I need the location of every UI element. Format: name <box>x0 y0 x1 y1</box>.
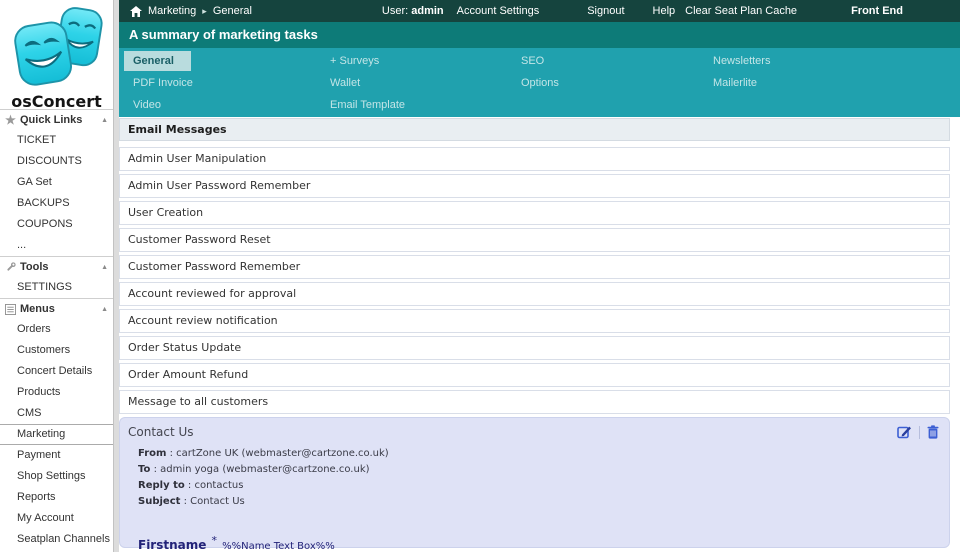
sidebar-item-orders[interactable]: Orders <box>0 319 113 340</box>
sidebar-item-reports[interactable]: Reports <box>0 487 113 508</box>
field-value: admin yoga (webmaster@cartzone.co.uk) <box>160 464 370 475</box>
section-title: Quick Links <box>20 114 83 126</box>
trash-icon[interactable] <box>927 425 939 439</box>
sidebar-item-cms[interactable]: CMS <box>0 403 113 424</box>
sidebar-item-ticket[interactable]: TICKET <box>0 130 113 151</box>
sidebar-item-marketing[interactable]: Marketing <box>0 424 113 445</box>
section-header: Email Messages <box>119 118 950 141</box>
email-message-row[interactable]: Order Status Update <box>119 336 950 360</box>
required-mark: * <box>211 534 217 547</box>
sidebar-item-my-account[interactable]: My Account <box>0 508 113 529</box>
sidebar-item-discounts[interactable]: DISCOUNTS <box>0 151 113 172</box>
contact-us-title[interactable]: Contact Us <box>128 425 897 439</box>
menu-icon <box>3 303 18 315</box>
section-title: Tools <box>20 261 49 273</box>
sidebar: osConcert ★ Quick Links ▲ TICKET DISCOUN… <box>0 0 113 552</box>
logo[interactable]: osConcert <box>0 0 113 111</box>
sidebar-item-seatplan-channels[interactable]: Seatplan Channels <box>0 529 113 550</box>
breadcrumb-separator-icon: ▸ <box>202 5 207 16</box>
user-name: admin <box>411 5 444 17</box>
field-label: To <box>138 464 151 475</box>
field-label: Subject <box>138 496 181 507</box>
field-colon: : <box>183 496 187 507</box>
form-field-label: Firstname <box>138 538 207 552</box>
clear-seat-plan-cache-link[interactable]: Clear Seat Plan Cache <box>685 5 797 17</box>
contact-us-panel: Contact Us From: cartZone UK (webmaster… <box>119 417 950 552</box>
section-title: Menus <box>20 303 55 315</box>
email-message-row[interactable]: Message to all customers <box>119 390 950 414</box>
tab-seo[interactable]: SEO <box>521 55 544 67</box>
email-messages-section: Email Messages Admin User Manipulation A… <box>119 117 960 552</box>
tab-grid: General + Surveys SEO Newsletters PDF In… <box>119 48 960 117</box>
tab-surveys[interactable]: + Surveys <box>330 55 379 67</box>
sidebar-item-concert-details[interactable]: Concert Details <box>0 361 113 382</box>
sidebar-item-settings[interactable]: SETTINGS <box>0 277 113 298</box>
form-field-firstname: Firstname * %%Name Text Box%% <box>128 534 939 552</box>
sidebar-item-ga-set[interactable]: GA Set <box>0 172 113 193</box>
tab-newsletters[interactable]: Newsletters <box>713 55 770 67</box>
collapse-icon[interactable]: ▲ <box>101 117 108 124</box>
sidebar-section-quick-links[interactable]: ★ Quick Links ▲ <box>0 109 113 130</box>
email-message-row[interactable]: Admin User Password Remember <box>119 174 950 198</box>
help-link[interactable]: Help <box>653 5 676 17</box>
signout-link[interactable]: Signout <box>587 5 624 17</box>
tab-pdf-invoice[interactable]: PDF Invoice <box>133 77 193 89</box>
breadcrumb-marketing[interactable]: Marketing <box>148 5 196 17</box>
topbar: Marketing ▸ General User: admin Account … <box>119 0 960 22</box>
field-label: Reply to <box>138 480 185 491</box>
email-message-row[interactable]: Order Amount Refund <box>119 363 950 387</box>
tab-mailerlite[interactable]: Mailerlite <box>713 77 757 89</box>
sidebar-item-shop-settings[interactable]: Shop Settings <box>0 466 113 487</box>
user-indicator: User: admin <box>382 5 444 17</box>
sidebar-item-products[interactable]: Products <box>0 382 113 403</box>
star-icon: ★ <box>5 113 16 127</box>
field-label: From <box>138 448 167 459</box>
field-value: contactus <box>194 480 244 491</box>
sidebar-item-payment[interactable]: Payment <box>0 445 113 466</box>
field-value: cartZone UK (webmaster@cartzone.co.uk) <box>176 448 389 459</box>
email-message-row[interactable]: Account reviewed for approval <box>119 282 950 306</box>
field-colon: : <box>169 448 173 459</box>
main: Marketing ▸ General User: admin Account … <box>119 0 960 552</box>
screen: osConcert ★ Quick Links ▲ TICKET DISCOUN… <box>0 0 960 552</box>
collapse-icon[interactable]: ▲ <box>101 264 108 271</box>
email-message-row[interactable]: Customer Password Reset <box>119 228 950 252</box>
sidebar-section-tools[interactable]: Tools ▲ <box>0 256 113 277</box>
tab-wallet[interactable]: Wallet <box>330 77 360 89</box>
field-colon: : <box>153 464 157 475</box>
contact-details: From : cartZone UK (webmaster@cartzone.c… <box>128 439 939 510</box>
icon-divider <box>919 425 920 439</box>
field-value: Contact Us <box>190 496 245 507</box>
sidebar-section-menus[interactable]: Menus ▲ <box>0 298 113 319</box>
tab-general[interactable]: General <box>124 51 191 71</box>
sidebar-item-more[interactable]: ... <box>0 235 113 256</box>
page-title: A summary of marketing tasks <box>129 27 318 42</box>
tab-video[interactable]: Video <box>133 99 161 111</box>
field-colon: : <box>187 480 192 491</box>
sidebar-item-customers[interactable]: Customers <box>0 340 113 361</box>
email-message-row[interactable]: Account review notification <box>119 309 950 333</box>
account-settings-link[interactable]: Account Settings <box>457 5 540 17</box>
sidebar-item-coupons[interactable]: COUPONS <box>0 214 113 235</box>
front-end-link[interactable]: Front End <box>851 5 903 17</box>
email-message-row[interactable]: User Creation <box>119 201 950 225</box>
brand-name: osConcert <box>11 92 102 111</box>
email-message-row[interactable]: Customer Password Remember <box>119 255 950 279</box>
sidebar-item-backups[interactable]: BACKUPS <box>0 193 113 214</box>
breadcrumb-general[interactable]: General <box>213 5 252 17</box>
form-field-placeholder: %%Name Text Box%% <box>222 541 335 552</box>
home-icon[interactable] <box>130 5 142 17</box>
edit-icon[interactable] <box>897 425 912 439</box>
collapse-icon[interactable]: ▲ <box>101 306 108 313</box>
tab-email-template[interactable]: Email Template <box>330 99 405 111</box>
osconcert-masks-icon <box>13 7 103 86</box>
summary-bar: A summary of marketing tasks <box>119 22 960 48</box>
tab-options[interactable]: Options <box>521 77 559 89</box>
user-label: User: <box>381 5 409 17</box>
wrench-icon <box>3 261 18 273</box>
email-message-row[interactable]: Admin User Manipulation <box>119 147 950 171</box>
